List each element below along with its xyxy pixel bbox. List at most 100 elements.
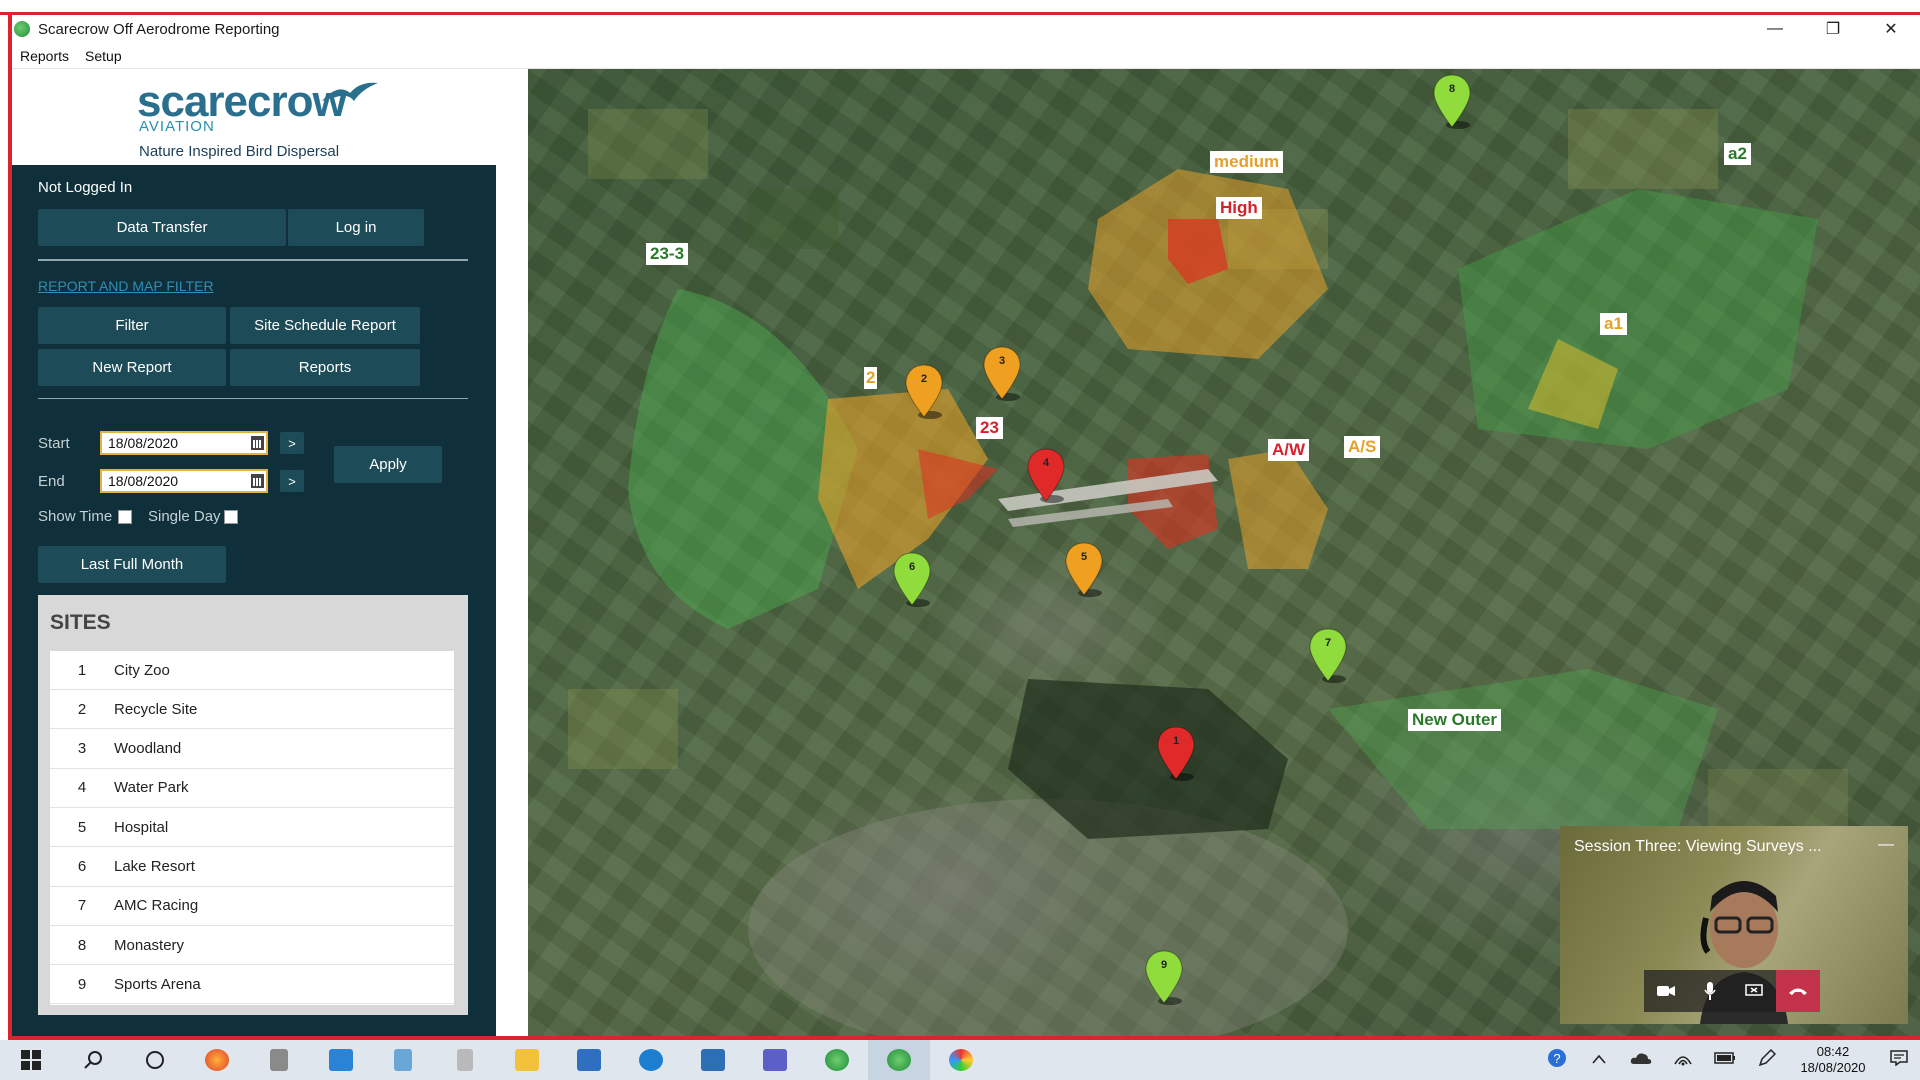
map-pin-5[interactable]: 5 [1064, 541, 1104, 597]
log-in-button[interactable]: Log in [288, 209, 424, 246]
end-next-button[interactable]: > [280, 470, 304, 492]
map-label-high[interactable]: High [1216, 197, 1262, 219]
report-map-filter-link[interactable]: REPORT AND MAP FILTER [38, 278, 214, 294]
video-minimize-button[interactable]: — [1878, 836, 1894, 854]
divider [38, 398, 468, 399]
site-row[interactable]: 9 Sports Arena [50, 965, 454, 1005]
map-pin-7[interactable]: 7 [1308, 627, 1348, 683]
notifications-icon[interactable] [1878, 1049, 1920, 1071]
map-label-23[interactable]: 23 [976, 417, 1003, 439]
map-pin-8[interactable]: 8 [1432, 73, 1472, 129]
logo: scarecrow AVIATION Nature Inspired Bird … [12, 69, 496, 165]
notes-icon[interactable] [372, 1040, 434, 1080]
site-row[interactable]: 7 AMC Racing [50, 887, 454, 926]
wifi-icon[interactable] [1662, 1050, 1704, 1071]
close-button[interactable]: ✕ [1862, 15, 1920, 43]
map-label-a-w[interactable]: A/W [1268, 439, 1310, 461]
hang-up-icon[interactable] [1776, 970, 1820, 1012]
map-label-a2[interactable]: a2 [1724, 143, 1751, 165]
pin-marker-icon [1065, 542, 1103, 597]
pin-number: 4 [1042, 457, 1050, 469]
map-label-23-3[interactable]: 23-3 [646, 243, 689, 265]
site-row[interactable]: 5 Hospital [50, 808, 454, 848]
cortana-icon[interactable] [124, 1040, 186, 1080]
video-call-overlay[interactable]: Session Three: Viewing Surveys ... — [1560, 826, 1908, 1024]
map-pin-9[interactable]: 9 [1144, 949, 1184, 1005]
end-date-input[interactable]: 18/08/2020 [100, 469, 268, 493]
map-pin-4[interactable]: 4 [1026, 447, 1066, 503]
file-explorer-icon[interactable] [496, 1040, 558, 1080]
minimize-button[interactable]: — [1746, 15, 1804, 43]
battery-icon[interactable] [1704, 1051, 1746, 1069]
left-panel: scarecrow AVIATION Nature Inspired Bird … [12, 69, 496, 1036]
start-next-button[interactable]: > [280, 432, 304, 454]
new-report-button[interactable]: New Report [38, 349, 226, 386]
reports-button[interactable]: Reports [230, 349, 420, 386]
site-name: Sports Arena [114, 975, 201, 993]
calendar-icon[interactable] [251, 474, 264, 488]
map-label-medium[interactable]: medium [1210, 151, 1284, 173]
site-row[interactable]: 2 Recycle Site [50, 690, 454, 730]
site-row[interactable]: 4 Water Park [50, 769, 454, 808]
scarecrow-reporting-icon[interactable] [868, 1040, 930, 1080]
microphone-icon[interactable] [1688, 970, 1732, 1012]
archive-icon[interactable] [434, 1040, 496, 1080]
site-number: 3 [77, 740, 87, 758]
firefox-icon[interactable] [186, 1040, 248, 1080]
remote-desktop-icon[interactable] [558, 1040, 620, 1080]
mail-icon[interactable] [310, 1040, 372, 1080]
pin-marker-icon [905, 364, 943, 419]
map-pin-3[interactable]: 3 [982, 345, 1022, 401]
menu-reports[interactable]: Reports [12, 48, 77, 64]
map-pin-1[interactable]: 1 [1156, 725, 1196, 781]
site-row[interactable]: 3 Woodland [50, 730, 454, 769]
pin-number: 5 [1080, 551, 1088, 563]
map-pin-6[interactable]: 6 [892, 551, 932, 607]
map-label-2[interactable]: 2 [864, 367, 878, 389]
pin-number: 9 [1160, 959, 1168, 971]
app-screen: Scarecrow Off Aerodrome Reporting — ❐ ✕ … [0, 0, 1920, 1080]
windows-start-icon[interactable] [0, 1040, 62, 1080]
map-pin-2[interactable]: 2 [904, 363, 944, 419]
site-name: Monastery [114, 936, 185, 954]
site-row[interactable]: 1 City Zoo [50, 651, 454, 690]
apply-button[interactable]: Apply [334, 446, 442, 483]
sites-title: SITES [50, 611, 111, 634]
site-schedule-report-button[interactable]: Site Schedule Report [230, 307, 420, 344]
chevron-up-icon[interactable] [1578, 1051, 1620, 1069]
last-full-month-button[interactable]: Last Full Month [38, 546, 226, 583]
data-transfer-button[interactable]: Data Transfer [38, 209, 286, 246]
map-label-new-outer[interactable]: New Outer [1408, 709, 1502, 731]
map-view[interactable]: medium High 23-3 a2 a1 23 A/W A/S New Ou… [528, 69, 1920, 1036]
site-number: 2 [77, 700, 87, 718]
menu-setup[interactable]: Setup [77, 48, 130, 64]
clock[interactable]: 08:42 18/08/2020 [1788, 1044, 1878, 1076]
tools-icon[interactable] [248, 1040, 310, 1080]
help-icon[interactable]: ? [1536, 1048, 1578, 1073]
site-number: 6 [77, 858, 87, 875]
start-date-input[interactable]: 18/08/2020 [100, 431, 268, 455]
calendar-icon[interactable] [251, 436, 264, 450]
filter-button[interactable]: Filter [38, 307, 226, 344]
cloud-icon[interactable] [1620, 1051, 1662, 1070]
scarecrow-app-icon[interactable] [806, 1040, 868, 1080]
pen-icon[interactable] [1746, 1048, 1788, 1072]
camera-icon[interactable] [1644, 970, 1688, 1012]
pin-number: 8 [1448, 83, 1456, 95]
restore-button[interactable]: ❐ [1804, 15, 1862, 43]
share-screen-icon[interactable] [1732, 970, 1776, 1012]
site-row[interactable]: 8 Monastery [50, 926, 454, 966]
outlook-icon[interactable] [682, 1040, 744, 1080]
site-number: 4 [77, 779, 87, 797]
window-controls: — ❐ ✕ [1746, 15, 1920, 43]
teams-icon[interactable] [744, 1040, 806, 1080]
show-time-checkbox[interactable] [118, 510, 132, 524]
search-icon[interactable] [62, 1040, 124, 1080]
site-row[interactable]: 6 Lake Resort [50, 848, 454, 887]
edge-icon[interactable] [620, 1040, 682, 1080]
map-label-a-s[interactable]: A/S [1344, 436, 1381, 458]
map-label-a1[interactable]: a1 [1600, 313, 1627, 335]
paint-icon[interactable] [930, 1040, 992, 1080]
title-bar: Scarecrow Off Aerodrome Reporting — ❐ ✕ [12, 15, 1920, 43]
single-day-checkbox[interactable] [224, 510, 238, 524]
